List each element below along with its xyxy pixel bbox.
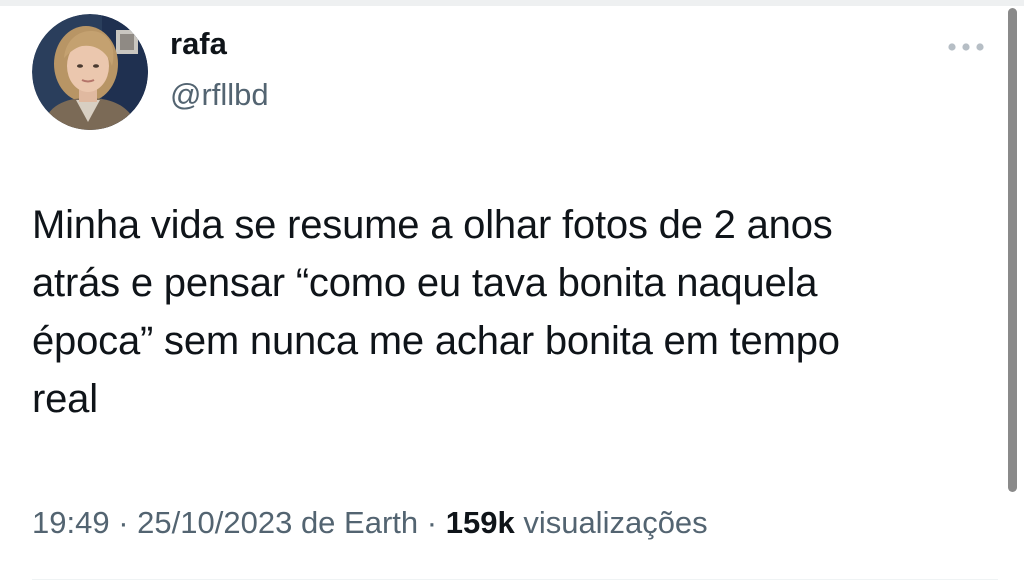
meta-separator-2: · [426,505,438,540]
more-options-button[interactable] [944,34,988,60]
tweet-source: de Earth [300,505,419,540]
tweet-text: Minha vida se resume a olhar fotos de 2 … [32,203,840,421]
views-label: visualizações [523,505,708,540]
more-horizontal-icon [948,43,984,51]
divider [32,579,998,580]
tweet-date[interactable]: 25/10/2023 [137,505,292,540]
avatar[interactable] [32,14,148,130]
meta-separator: · [118,505,129,540]
tweet-time[interactable]: 19:49 [32,505,110,540]
author-display-name[interactable]: rafa [170,26,227,62]
scrollbar-thumb[interactable] [1008,8,1017,492]
author-handle[interactable]: @rfllbd [170,76,269,114]
top-border [0,0,1024,6]
views-count: 159k [445,505,515,540]
tweet-metadata: 19:49 · 25/10/2023 de Earth · 159k visua… [32,503,708,543]
avatar-photo [32,14,148,130]
